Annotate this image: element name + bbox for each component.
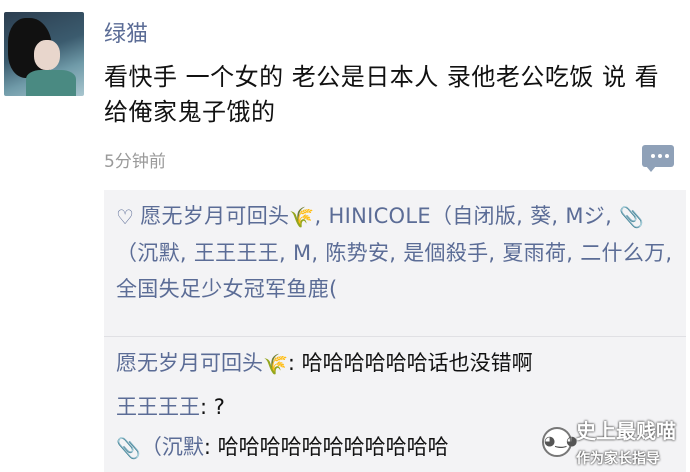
wheat-emoji-icon: 🌾 <box>289 205 315 229</box>
avatar-face <box>34 40 60 70</box>
like-emoji: ジ, <box>583 204 620 228</box>
comment-icon[interactable] <box>642 145 674 172</box>
username[interactable]: 绿猫 <box>104 16 148 48</box>
heart-icon: ♡ <box>116 205 135 229</box>
likes-list: ♡ 愿无岁月可回头🌾, HINICOLE（自闭版, 葵, Mジ, 📎 （沉默, 王王… <box>116 198 676 307</box>
wechat-icon: ◕‿◕ <box>542 426 577 457</box>
avatar[interactable] <box>4 12 84 96</box>
comment-text: : ? <box>200 395 225 419</box>
divider <box>104 336 686 337</box>
comment-row[interactable]: 愿无岁月可回头🌾: 哈哈哈哈哈哈话也没错啊 <box>116 348 681 379</box>
comment-text: : 哈哈哈哈哈哈哈哈哈哈哈 <box>203 435 449 459</box>
comment-author[interactable]: 王王王王 <box>116 395 200 419</box>
paperclip-emoji-icon: 📎 <box>619 205 645 229</box>
comment-author[interactable]: 愿无岁月可回头 <box>116 351 263 375</box>
comment-author[interactable]: （沉默 <box>141 435 204 459</box>
paperclip-emoji-icon: 📎 <box>116 436 141 460</box>
like-name[interactable]: 愿无岁月可回头 <box>140 204 289 228</box>
comment-text: : 哈哈哈哈哈哈话也没错啊 <box>287 351 533 375</box>
avatar-scarf <box>26 70 76 96</box>
watermark-line2: 作为家长指导 <box>576 451 660 467</box>
like-names[interactable]: （沉默, 王王王王, M, 陈势安, 是個殺手, 夏雨荷, 二什么万, 全国失足… <box>116 241 672 301</box>
like-names[interactable]: , HINICOLE（自闭版, 葵, M <box>315 204 584 228</box>
post-text: 看快手 一个女的 老公是日本人 录他老公吃饭 说 看给俺家鬼子饿的 <box>104 63 660 126</box>
likes-comments-panel: ♡ 愿无岁月可回头🌾, HINICOLE（自闭版, 葵, Mジ, 📎（沉默, 王王… <box>104 190 686 472</box>
wheat-emoji-icon: 🌾 <box>263 352 288 376</box>
post-time: 5分钟前 <box>104 152 166 172</box>
watermark: ◕‿◕ 史上最贱喵 作为家长指导 <box>542 415 676 468</box>
watermark-line1: 史上最贱喵 <box>576 419 676 443</box>
